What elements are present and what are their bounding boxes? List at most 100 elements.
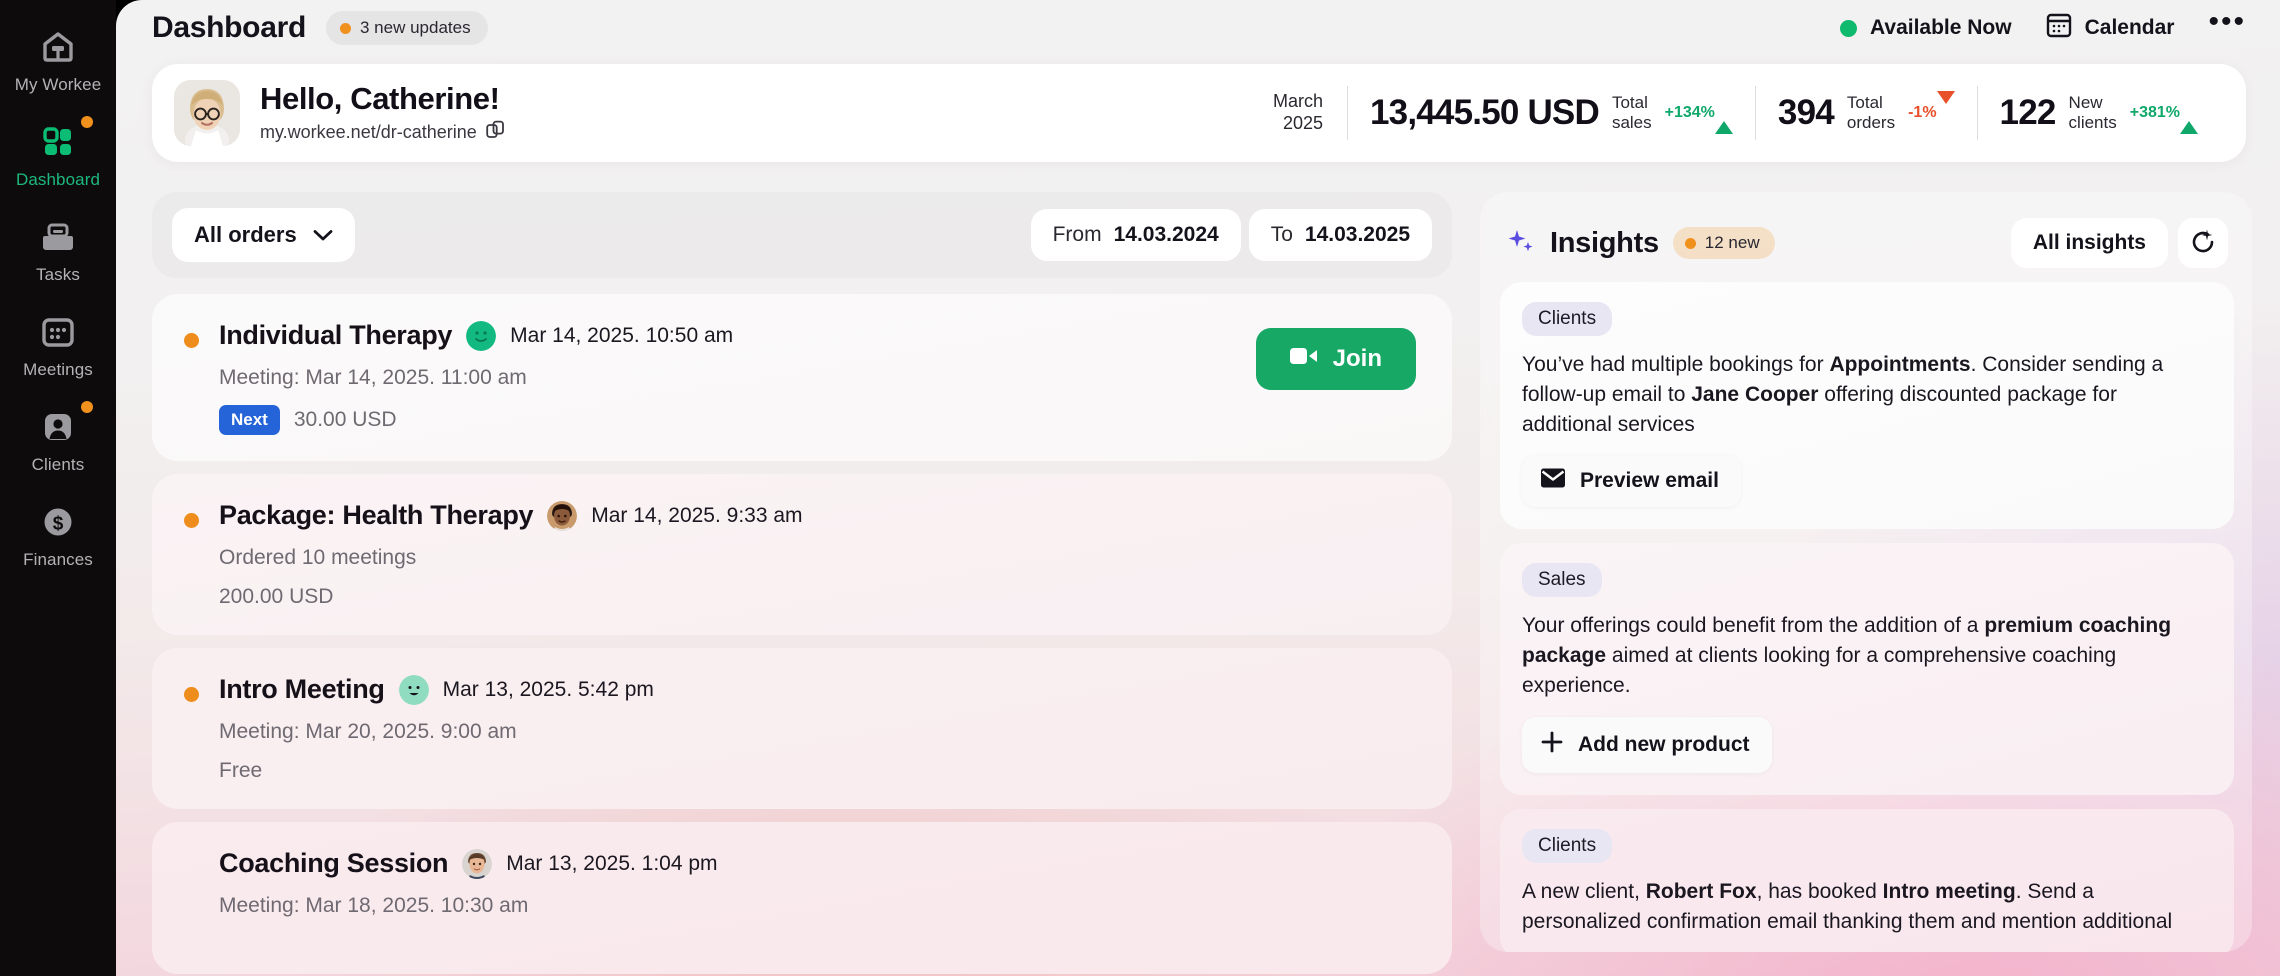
stat-label-line2: orders xyxy=(1847,113,1895,132)
order-status-dot-icon xyxy=(184,333,199,348)
calendar-grid-icon xyxy=(37,311,79,353)
order-meeting: Meeting: Mar 18, 2025. 10:30 am xyxy=(219,894,1422,918)
greeting: Hello, Catherine! xyxy=(260,82,505,117)
trend-up-icon xyxy=(1715,104,1733,134)
sidebar-label: My Workee xyxy=(15,75,102,95)
stat-label-line1: Total xyxy=(1612,93,1648,112)
order-card[interactable]: Intro Meeting Mar 13, 2025. 5:42 pm Meet… xyxy=(152,648,1452,809)
insight-card[interactable]: Sales Your offerings could benefit from … xyxy=(1500,543,2234,794)
order-price: 30.00 USD xyxy=(294,408,397,432)
avatar xyxy=(174,80,240,146)
sidebar-label: Finances xyxy=(23,550,93,570)
video-camera-icon xyxy=(1290,345,1318,373)
stat-label-line1: Total xyxy=(1847,93,1883,112)
insight-tag: Sales xyxy=(1522,563,1602,597)
stat-value: 394 xyxy=(1778,93,1834,133)
insight-text: A new client, Robert Fox, has booked Int… xyxy=(1522,877,2212,937)
sidebar-item-my-workee[interactable]: My Workee xyxy=(6,14,110,105)
stat-label-line2: clients xyxy=(2069,113,2117,132)
order-meeting: Ordered 10 meetings xyxy=(219,546,1422,570)
main-content: Dashboard 3 new updates Available Now Ca… xyxy=(116,0,2280,976)
dashboard-badge-dot xyxy=(81,116,93,128)
stat-new-clients: 122 New clients +381% xyxy=(1978,93,2220,134)
insights-title: Insights xyxy=(1550,227,1659,260)
order-datetime: Mar 13, 2025. 1:04 pm xyxy=(506,852,717,876)
date-from[interactable]: From 14.03.2024 xyxy=(1031,209,1241,261)
dollar-icon: $ xyxy=(37,501,79,543)
status-dot-icon xyxy=(1840,20,1857,37)
sparkle-icon xyxy=(1506,226,1536,261)
copy-icon[interactable] xyxy=(486,120,505,144)
insight-text: Your offerings could benefit from the ad… xyxy=(1522,611,2212,700)
order-status-dot-icon xyxy=(184,513,199,528)
add-new-product-label: Add new product xyxy=(1578,733,1750,757)
sidebar-item-clients[interactable]: Clients xyxy=(6,394,110,485)
insights-panel: Insights 12 new All insights xyxy=(1480,192,2252,952)
preview-email-button[interactable]: Preview email xyxy=(1522,455,1741,507)
calendar-button[interactable]: Calendar xyxy=(2046,12,2175,44)
sidebar-item-tasks[interactable]: Tasks xyxy=(6,204,110,295)
date-to[interactable]: To 14.03.2025 xyxy=(1249,209,1432,261)
insights-new-badge[interactable]: 12 new xyxy=(1673,227,1775,259)
home-icon xyxy=(37,26,79,68)
stat-total-orders: 394 Total orders -1% xyxy=(1756,93,1977,134)
date-to-label: To xyxy=(1271,223,1293,247)
content-columns: All orders From 14.03.2024 To 14.03.2025 xyxy=(152,192,2280,952)
date-from-label: From xyxy=(1053,223,1102,247)
envelope-icon xyxy=(1540,468,1566,494)
insight-tag: Clients xyxy=(1522,302,1612,336)
updates-label: 3 new updates xyxy=(360,18,471,38)
sidebar-label: Meetings xyxy=(23,360,93,380)
add-new-product-button[interactable]: Add new product xyxy=(1522,717,1772,773)
stat-total-sales: 13,445.50 USD Total sales +134% xyxy=(1348,93,1755,134)
profile-url[interactable]: my.workee.net/dr-catherine xyxy=(260,120,505,144)
updates-badge[interactable]: 3 new updates xyxy=(326,11,488,45)
availability-status[interactable]: Available Now xyxy=(1840,16,2012,40)
insight-card[interactable]: Clients You’ve had multiple bookings for… xyxy=(1500,282,2234,529)
trend-down-icon xyxy=(1937,91,1955,121)
orders-list: Individual Therapy Mar 14, 2025. 10:50 a… xyxy=(152,294,1452,974)
refresh-sparkle-icon xyxy=(2189,228,2217,259)
order-client-avatar xyxy=(547,501,577,531)
order-header: Coaching Session Mar 13, 2025. 1:04 pm xyxy=(219,848,1422,879)
sidebar-item-dashboard[interactable]: Dashboard xyxy=(6,109,110,200)
availability-label: Available Now xyxy=(1870,16,2012,40)
trend-up-icon xyxy=(2180,104,2198,134)
all-insights-button[interactable]: All insights xyxy=(2011,218,2168,268)
sidebar-item-meetings[interactable]: Meetings xyxy=(6,299,110,390)
sidebar-label: Dashboard xyxy=(16,170,100,190)
insight-card[interactable]: Clients A new client, Robert Fox, has bo… xyxy=(1500,809,2234,952)
order-body: Intro Meeting Mar 13, 2025. 5:42 pm Meet… xyxy=(219,674,1422,783)
order-footer: 200.00 USD xyxy=(219,585,1422,609)
refresh-insights-button[interactable] xyxy=(2178,218,2228,268)
order-client-avatar xyxy=(399,675,429,705)
topbar: Dashboard 3 new updates Available Now Ca… xyxy=(116,0,2280,56)
date-to-value: 14.03.2025 xyxy=(1305,223,1410,247)
order-card[interactable]: Coaching Session Mar 13, 2025. 1:04 pm M… xyxy=(152,822,1452,974)
order-datetime: Mar 13, 2025. 5:42 pm xyxy=(443,678,654,702)
stat-change: +134% xyxy=(1665,104,1733,122)
order-title: Coaching Session xyxy=(219,848,448,879)
orders-filter-label: All orders xyxy=(194,222,297,248)
person-icon xyxy=(37,406,79,448)
insight-text: You’ve had multiple bookings for Appoint… xyxy=(1522,350,2212,439)
order-title: Individual Therapy xyxy=(219,320,452,351)
stat-label: Total sales xyxy=(1612,93,1652,134)
topbar-right: Available Now Calendar ••• xyxy=(1840,12,2246,44)
insights-list: Clients You’ve had multiple bookings for… xyxy=(1500,282,2234,952)
more-options-icon[interactable]: ••• xyxy=(2208,17,2246,39)
order-price: Free xyxy=(219,759,262,783)
order-footer: Free xyxy=(219,759,1422,783)
stat-change-value: +134% xyxy=(1665,104,1715,121)
order-card[interactable]: Individual Therapy Mar 14, 2025. 10:50 a… xyxy=(152,294,1452,461)
order-header: Intro Meeting Mar 13, 2025. 5:42 pm xyxy=(219,674,1422,705)
updates-dot-icon xyxy=(340,23,351,34)
orders-filter-select[interactable]: All orders xyxy=(172,208,355,262)
order-client-avatar xyxy=(466,321,496,351)
order-card[interactable]: Package: Health Therapy Mar 14, 2025. 9:… xyxy=(152,474,1452,635)
join-button[interactable]: Join xyxy=(1256,328,1416,390)
order-datetime: Mar 14, 2025. 10:50 am xyxy=(510,324,733,348)
insight-tag: Clients xyxy=(1522,829,1612,863)
sidebar-item-finances[interactable]: $ Finances xyxy=(6,489,110,580)
period-month: March xyxy=(1273,91,1323,113)
